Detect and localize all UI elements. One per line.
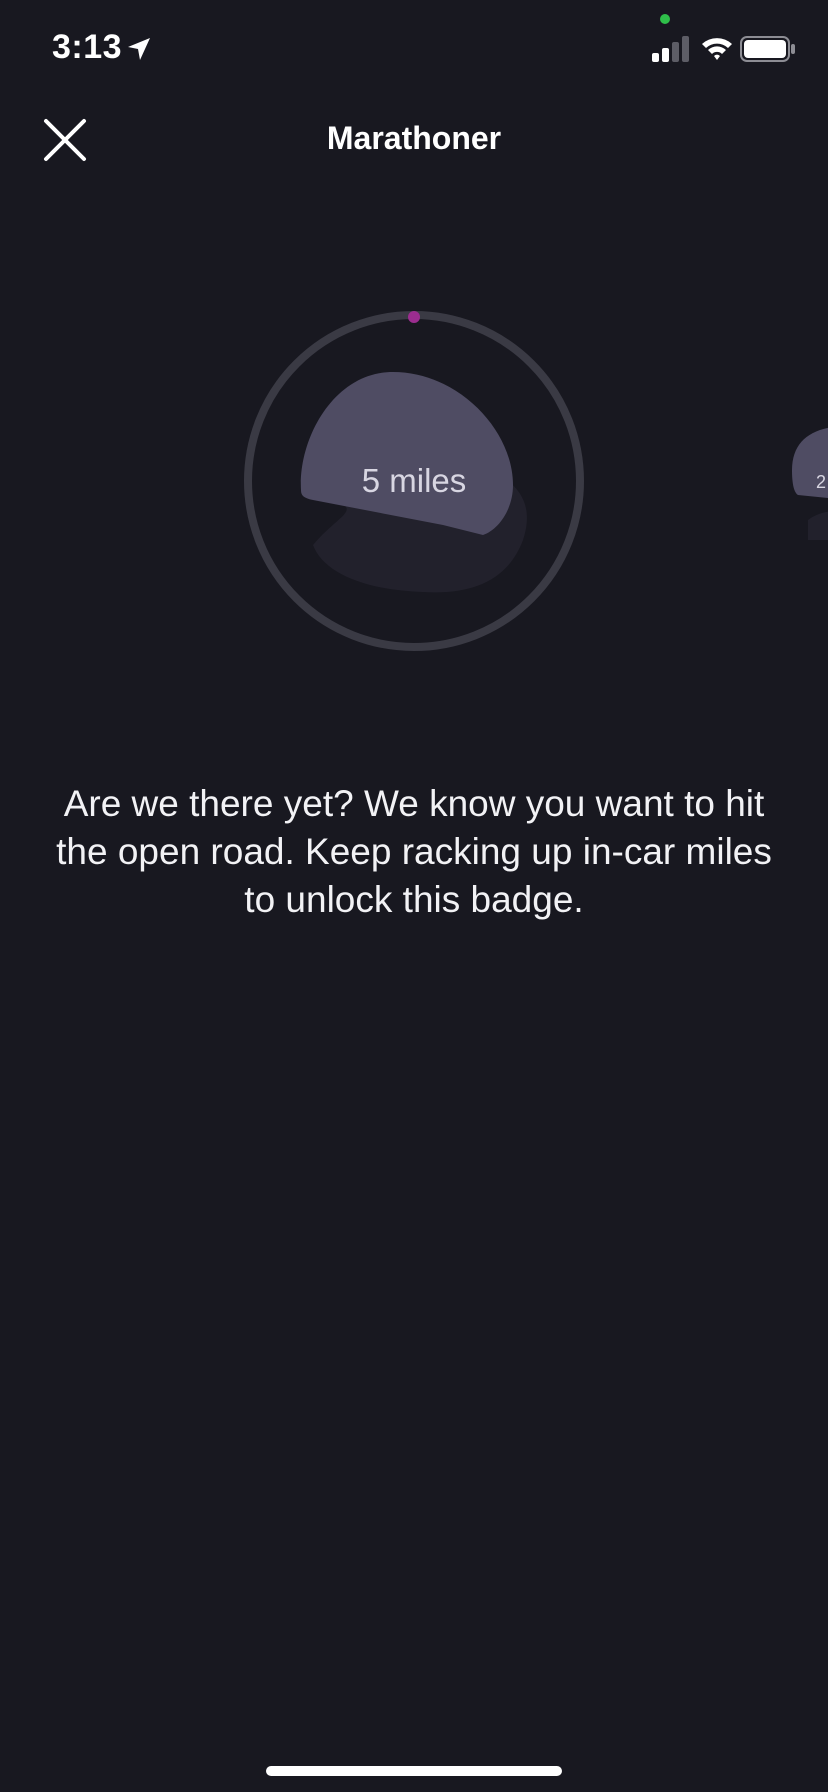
badge-shape [300, 372, 513, 535]
battery-icon [740, 36, 795, 62]
status-time: 3:13 [52, 28, 123, 66]
badge-description: Are we there yet? We know you want to hi… [56, 783, 772, 920]
badge: 5 miles [243, 310, 585, 652]
wifi-icon [702, 38, 732, 60]
next-badge-peek[interactable]: 2 [788, 420, 828, 540]
badge-detail-screen: 3:13 Marathoner 5 miles 2 Are we there y… [0, 0, 828, 1792]
location-arrow-icon [128, 38, 150, 60]
status-bar: 3:13 [0, 0, 828, 100]
next-badge-label: 2 [816, 472, 827, 492]
page-title: Marathoner [326, 120, 502, 156]
signal-icon [652, 36, 689, 62]
badge-progress-dot [408, 311, 420, 323]
privacy-indicator-dot [660, 14, 670, 24]
badge-label: 5 miles [361, 462, 467, 499]
home-indicator[interactable] [266, 1766, 562, 1776]
